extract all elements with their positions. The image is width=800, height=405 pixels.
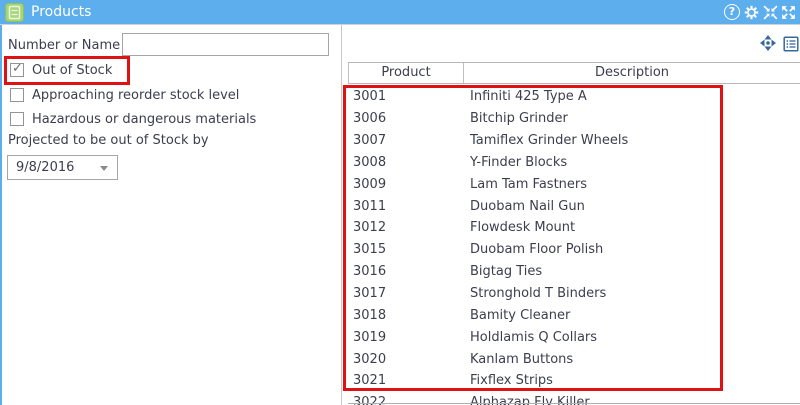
collapse-window-icon[interactable] [762,4,779,21]
approaching-reorder-label[interactable]: Approaching reorder stock level [32,88,239,103]
product-number-cell: 3017 [353,286,387,302]
list-view-icon[interactable] [783,36,799,56]
product-description-cell: Tamiflex Grinder Wheels [470,133,629,149]
out-of-stock-label[interactable]: Out of Stock [32,63,112,78]
grid-header-row: Product Description [348,62,800,84]
table-row[interactable]: 3011 Duobam Nail Gun [348,195,800,218]
product-table-body: 3001 Infiniti 425 Type A 3006 Bitchip Grind… [348,86,800,405]
product-number-cell: 3015 [353,242,387,258]
expand-window-icon[interactable] [780,4,797,21]
product-number-cell: 3008 [353,154,387,170]
product-number-cell: 3018 [353,307,387,323]
table-row[interactable]: 3008 Y-Finder Blocks [348,151,800,174]
table-row[interactable]: 3020 Kanlam Buttons [348,348,800,370]
table-row[interactable]: 3007 Tamiflex Grinder Wheels [348,129,800,152]
product-number-cell: 3021 [353,373,387,389]
product-description-cell: Infiniti 425 Type A [470,89,587,105]
projected-out-of-stock-label: Projected to be out of Stock by [8,133,209,148]
hazardous-materials-label[interactable]: Hazardous or dangerous materials [32,112,256,127]
number-or-name-input[interactable] [122,33,329,56]
window-title: Products [31,4,92,20]
table-row[interactable]: 3009 Lam Tam Fastners [348,173,800,196]
product-number-cell: 3012 [353,220,387,236]
table-row[interactable]: 3001 Infiniti 425 Type A [348,86,800,108]
product-column-header[interactable]: Product [349,63,464,83]
product-number-cell: 3016 [353,264,387,280]
product-number-cell: 3011 [353,198,387,214]
product-number-cell: 3001 [353,89,387,105]
product-description-cell: Bigtag Ties [470,264,543,280]
table-row[interactable]: 3016 Bigtag Ties [348,260,800,283]
help-icon[interactable]: ? [724,4,741,21]
table-row[interactable]: 3019 Holdlamis Q Collars [348,326,800,349]
window-left-border [0,25,2,405]
product-number-cell: 3020 [353,351,387,367]
out-of-stock-date-select[interactable]: 9/8/2016 [7,155,118,180]
product-number-cell: 3019 [353,329,387,345]
product-description-cell: Bamity Cleaner [470,307,571,323]
product-grid: Product Description [348,62,800,84]
description-column-header[interactable]: Description [464,63,800,83]
products-window: Products ? Number or Name ✓ Out of Stock… [0,0,800,405]
number-or-name-label: Number or Name [8,38,121,53]
table-row[interactable]: 3006 Bitchip Grinder [348,107,800,130]
out-of-stock-checkbox[interactable] [10,61,24,77]
table-row[interactable]: 3012 Flowdesk Mount [348,217,800,239]
product-number-cell: 3006 [353,111,387,127]
window-titlebar: Products ? [0,0,800,25]
approaching-reorder-checkbox[interactable] [10,88,24,102]
panel-divider [341,25,342,405]
product-description-cell: Bitchip Grinder [470,111,568,127]
product-description-cell: Duobam Floor Polish [470,242,604,258]
table-row[interactable]: 3015 Duobam Floor Polish [348,238,800,261]
product-description-cell: Fixflex Strips [470,373,553,389]
settings-gear-icon[interactable] [743,4,760,21]
product-number-cell: 3007 [353,133,387,149]
product-description-cell: Stronghold T Binders [470,286,607,302]
table-row[interactable]: 3017 Stronghold T Binders [348,282,800,305]
hazardous-materials-checkbox[interactable] [10,112,24,126]
product-number-cell: 3009 [353,176,387,192]
product-description-cell: Kanlam Buttons [470,351,574,367]
product-description-cell: Lam Tam Fastners [470,176,588,192]
product-description-cell: Duobam Nail Gun [470,198,585,214]
products-app-icon [5,3,24,22]
date-value: 9/8/2016 [16,160,75,175]
move-panel-icon[interactable] [759,34,777,56]
grid-bottom-border [348,403,800,404]
product-description-cell: Y-Finder Blocks [470,154,568,170]
product-description-cell: Flowdesk Mount [470,220,576,236]
table-row[interactable]: 3021 Fixflex Strips [348,369,800,392]
table-row[interactable]: 3018 Bamity Cleaner [348,304,800,327]
dropdown-arrow-icon [100,166,108,171]
product-description-cell: Holdlamis Q Collars [470,329,598,345]
